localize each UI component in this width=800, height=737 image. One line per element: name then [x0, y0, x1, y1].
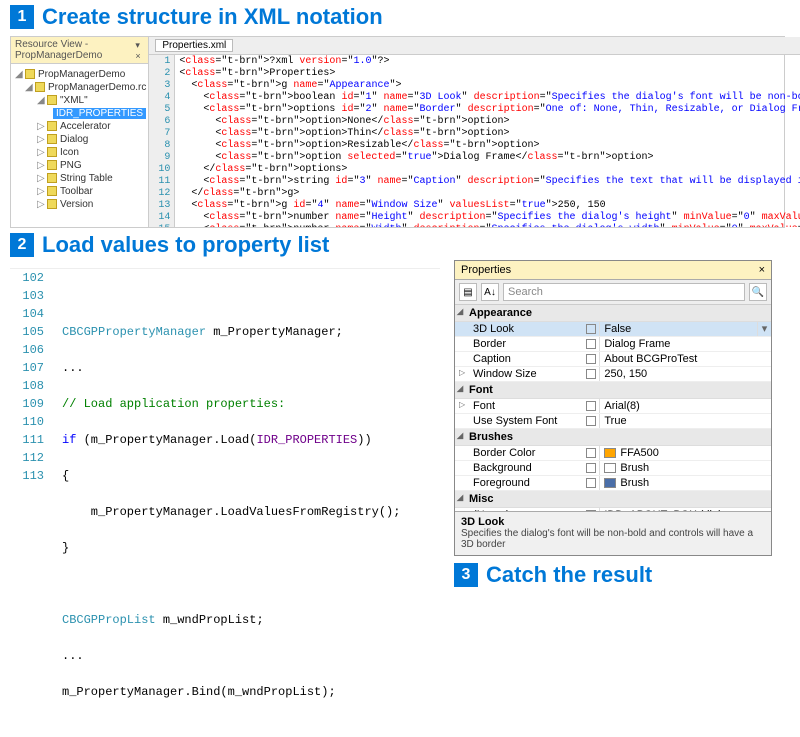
close-icon[interactable]: ×	[759, 264, 765, 276]
tree-item: ▷Version	[13, 198, 146, 211]
property-row[interactable]: Window Size▷ 250, 150	[455, 367, 771, 382]
step3-badge: 3	[454, 563, 478, 587]
search-icon[interactable]: 🔍	[749, 283, 767, 301]
property-row[interactable]: Border ColorFFA500	[455, 446, 771, 461]
property-group[interactable]: Brushes	[455, 429, 771, 446]
property-row[interactable]: Use System FontTrue	[455, 414, 771, 429]
property-row[interactable]: 3D LookFalse▾	[455, 322, 771, 337]
cpp-snippet: 102103104105106107108109110111112113 CBC…	[10, 268, 440, 737]
cpp-body[interactable]: CBCGPPropertyManager m_PropertyManager; …	[54, 269, 440, 737]
property-row[interactable]: CaptionAbout BCGProTest	[455, 352, 771, 367]
step2-title: Load values to property list	[42, 232, 329, 258]
property-row[interactable]: BorderDialog Frame	[455, 337, 771, 352]
editor-tabs: Properties.xml	[149, 37, 800, 55]
resource-tree-tab[interactable]: Resource View - PropManagerDemo ▾ ×	[11, 37, 148, 64]
xml-editor: Properties.xml 12345678910111213141516 <…	[149, 37, 800, 227]
step1-header: 1 Create structure in XML notation	[10, 4, 800, 30]
property-row[interactable]: BackgroundBrush	[455, 461, 771, 476]
property-row[interactable]: ForegroundBrush	[455, 476, 771, 491]
tab-properties-xml[interactable]: Properties.xml	[155, 39, 233, 52]
step2-header: 2 Load values to property list	[10, 232, 800, 258]
search-input[interactable]: Search	[503, 283, 745, 301]
properties-toolbar: ▤ A↓ Search 🔍	[455, 280, 771, 305]
tree-root: ◢PropManagerDemo	[13, 68, 146, 81]
categorized-icon[interactable]: ▤	[459, 283, 477, 301]
tree-selected-item[interactable]: IDR_PROPERTIES	[13, 107, 146, 120]
tree-item: ▷PNG	[13, 159, 146, 172]
desc-title: 3D Look	[461, 516, 765, 528]
cpp-gutter: 102103104105106107108109110111112113	[10, 269, 54, 737]
pin-icon[interactable]: ▾ ×	[135, 40, 144, 61]
step3-title: Catch the result	[486, 562, 652, 588]
properties-title: Properties	[461, 264, 511, 276]
tree-item: ▷String Table	[13, 172, 146, 185]
property-group[interactable]: Misc	[455, 491, 771, 508]
resource-tree[interactable]: ◢PropManagerDemo ◢PropManagerDemo.rc ◢"X…	[11, 64, 148, 227]
tree-rc: ◢PropManagerDemo.rc	[13, 81, 146, 94]
step1-title: Create structure in XML notation	[42, 4, 383, 30]
property-row[interactable]: Font▷ Arial(8)	[455, 399, 771, 414]
property-group[interactable]: Font	[455, 382, 771, 399]
properties-titlebar: Properties ×	[455, 261, 771, 280]
step1-badge: 1	[10, 5, 34, 29]
tree-xml-folder: ◢"XML"	[13, 94, 146, 107]
ide-panel: Resource View - PropManagerDemo ▾ × ◢Pro…	[10, 36, 785, 228]
xml-lines[interactable]: <class="t-brn">?xml version="1.0"?><clas…	[175, 55, 800, 227]
line-gutter: 12345678910111213141516	[149, 55, 175, 227]
alphabetical-icon[interactable]: A↓	[481, 283, 499, 301]
resource-tree-title: Resource View - PropManagerDemo	[15, 39, 135, 61]
properties-panel: Properties × ▤ A↓ Search 🔍 Appearance3D …	[454, 260, 772, 556]
property-grid[interactable]: Appearance3D LookFalse▾BorderDialog Fram…	[455, 305, 771, 511]
dropdown-icon[interactable]: ▾	[757, 322, 771, 336]
tree-item: ▷Icon	[13, 146, 146, 159]
tree-item: ▷Toolbar	[13, 185, 146, 198]
step3-header: 3 Catch the result	[454, 562, 652, 588]
desc-text: Specifies the dialog's font will be non-…	[461, 528, 765, 550]
step2-badge: 2	[10, 233, 34, 257]
property-description: 3D Look Specifies the dialog's font will…	[455, 511, 771, 555]
tree-item: ▷Accelerator	[13, 120, 146, 133]
property-group[interactable]: Appearance	[455, 305, 771, 322]
tree-item: ▷Dialog	[13, 133, 146, 146]
resource-tree-pane: Resource View - PropManagerDemo ▾ × ◢Pro…	[11, 37, 149, 227]
xml-code[interactable]: 12345678910111213141516 <class="t-brn">?…	[149, 55, 800, 227]
